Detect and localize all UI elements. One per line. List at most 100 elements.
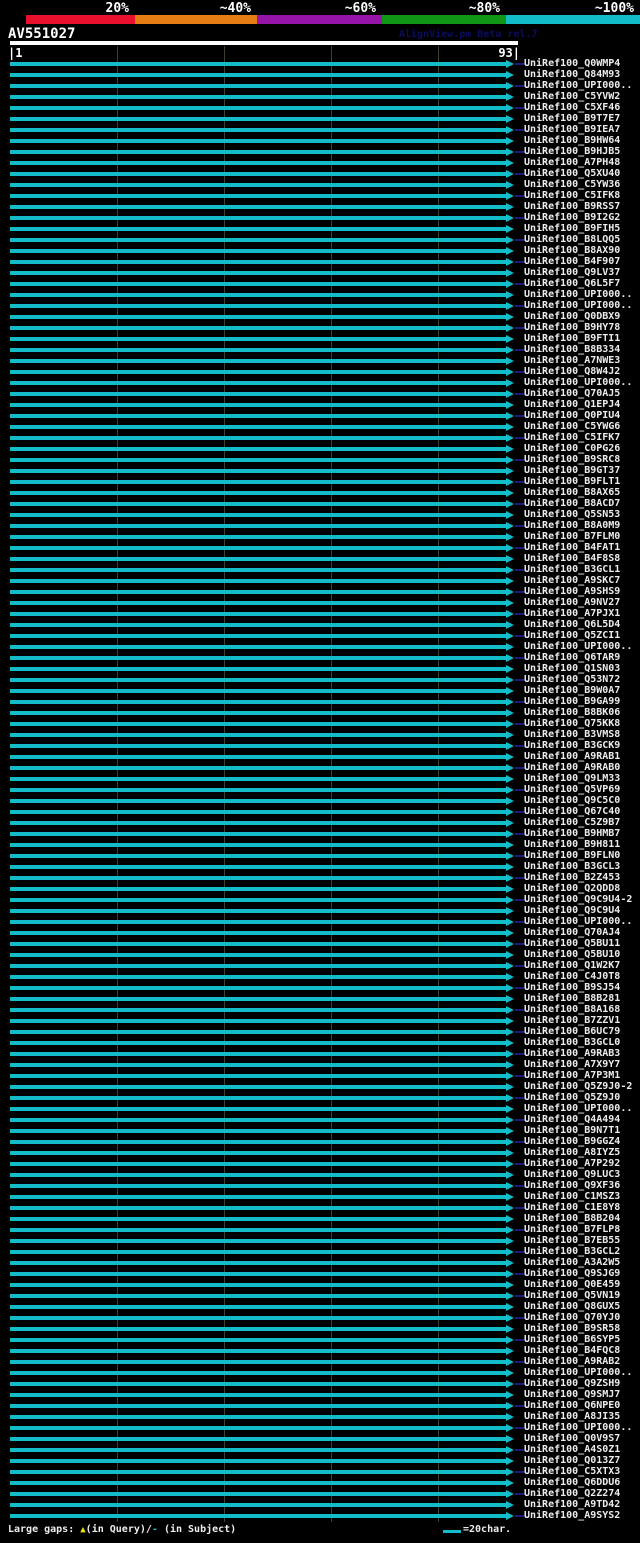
subject-label[interactable]: UniRef100_Q8GUX5 [524, 1301, 620, 1312]
subject-label[interactable]: UniRef100_B9N7T1 [524, 1125, 620, 1136]
subject-label[interactable]: UniRef100_Q5Z9J0-2 [524, 1081, 632, 1092]
subject-label[interactable]: UniRef100_B8ACD7 [524, 498, 620, 509]
subject-label[interactable]: UniRef100_A4S0Z1 [524, 1444, 620, 1455]
subject-label[interactable]: UniRef100_B3GCL1 [524, 564, 620, 575]
subject-label[interactable]: UniRef100_B7ZZV1 [524, 1015, 620, 1026]
similarity-bar[interactable] [10, 524, 506, 528]
subject-label[interactable]: UniRef100_A9TD42 [524, 1499, 620, 1510]
similarity-bar[interactable] [10, 128, 506, 132]
subject-label[interactable]: UniRef100_Q5VN19 [524, 1290, 620, 1301]
subject-label[interactable]: UniRef100_C5IFK8 [524, 190, 620, 201]
similarity-bar[interactable] [10, 1228, 506, 1232]
similarity-bar[interactable] [10, 964, 506, 968]
subject-label[interactable]: UniRef100_Q1EPJ4 [524, 399, 620, 410]
subject-label[interactable]: UniRef100_B9FIH5 [524, 223, 620, 234]
similarity-bar[interactable] [10, 1129, 506, 1133]
subject-label[interactable]: UniRef100_C5Z9B7 [524, 817, 620, 828]
similarity-bar[interactable] [10, 953, 506, 957]
similarity-bar[interactable] [10, 1074, 506, 1078]
subject-label[interactable]: UniRef100_B9FTI1 [524, 333, 620, 344]
subject-label[interactable]: UniRef100_Q70YJ0 [524, 1312, 620, 1323]
subject-label[interactable]: UniRef100_Q5XU40 [524, 168, 620, 179]
similarity-bar[interactable] [10, 62, 506, 66]
similarity-bar[interactable] [10, 337, 506, 341]
subject-label[interactable]: UniRef100_Q1SN03 [524, 663, 620, 674]
similarity-bar[interactable] [10, 678, 506, 682]
subject-label[interactable]: UniRef100_C5XF46 [524, 102, 620, 113]
subject-label[interactable]: UniRef100_Q013Z7 [524, 1455, 620, 1466]
similarity-bar[interactable] [10, 117, 506, 121]
similarity-bar[interactable] [10, 1448, 506, 1452]
similarity-bar[interactable] [10, 1393, 506, 1397]
similarity-bar[interactable] [10, 1272, 506, 1276]
similarity-bar[interactable] [10, 150, 506, 154]
subject-label[interactable]: UniRef100_C5XTX3 [524, 1466, 620, 1477]
similarity-bar[interactable] [10, 183, 506, 187]
similarity-bar[interactable] [10, 1085, 506, 1089]
subject-label[interactable]: UniRef100_UPI000.. [524, 916, 632, 927]
subject-label[interactable]: UniRef100_A9SKC7 [524, 575, 620, 586]
similarity-bar[interactable] [10, 1382, 506, 1386]
similarity-bar[interactable] [10, 1107, 506, 1111]
similarity-bar[interactable] [10, 832, 506, 836]
similarity-bar[interactable] [10, 821, 506, 825]
similarity-bar[interactable] [10, 1349, 506, 1353]
similarity-bar[interactable] [10, 216, 506, 220]
similarity-bar[interactable] [10, 997, 506, 1001]
subject-label[interactable]: UniRef100_A9RAB2 [524, 1356, 620, 1367]
similarity-bar[interactable] [10, 205, 506, 209]
similarity-bar[interactable] [10, 656, 506, 660]
similarity-bar[interactable] [10, 1481, 506, 1485]
subject-label[interactable]: UniRef100_Q75KK8 [524, 718, 620, 729]
similarity-bar[interactable] [10, 161, 506, 165]
subject-label[interactable]: UniRef100_Q5SN53 [524, 509, 620, 520]
subject-label[interactable]: UniRef100_Q9SMJ7 [524, 1389, 620, 1400]
similarity-bar[interactable] [10, 1492, 506, 1496]
similarity-bar[interactable] [10, 1184, 506, 1188]
subject-label[interactable]: UniRef100_B9W0A7 [524, 685, 620, 696]
similarity-bar[interactable] [10, 1195, 506, 1199]
subject-label[interactable]: UniRef100_B9GT37 [524, 465, 620, 476]
subject-label[interactable]: UniRef100_B3GCK9 [524, 740, 620, 751]
subject-label[interactable]: UniRef100_Q9C9U4 [524, 905, 620, 916]
subject-label[interactable]: UniRef100_Q5VP69 [524, 784, 620, 795]
similarity-bar[interactable] [10, 84, 506, 88]
similarity-bar[interactable] [10, 227, 506, 231]
subject-label[interactable]: UniRef100_Q9C5C0 [524, 795, 620, 806]
subject-label[interactable]: UniRef100_B8LQQ5 [524, 234, 620, 245]
similarity-bar[interactable] [10, 854, 506, 858]
subject-label[interactable]: UniRef100_Q0PIU4 [524, 410, 620, 421]
subject-label[interactable]: UniRef100_Q9XF36 [524, 1180, 620, 1191]
subject-label[interactable]: UniRef100_UPI000.. [524, 289, 632, 300]
subject-label[interactable]: UniRef100_C5YWG6 [524, 421, 620, 432]
similarity-bar[interactable] [10, 1250, 506, 1254]
similarity-bar[interactable] [10, 1140, 506, 1144]
subject-label[interactable]: UniRef100_B3GCL3 [524, 861, 620, 872]
subject-label[interactable]: UniRef100_B4FQC8 [524, 1345, 620, 1356]
similarity-bar[interactable] [10, 194, 506, 198]
subject-label[interactable]: UniRef100_B6UC79 [524, 1026, 620, 1037]
similarity-bar[interactable] [10, 1338, 506, 1342]
similarity-bar[interactable] [10, 447, 506, 451]
similarity-bar[interactable] [10, 887, 506, 891]
subject-label[interactable]: UniRef100_B8A168 [524, 1004, 620, 1015]
similarity-bar[interactable] [10, 370, 506, 374]
similarity-bar[interactable] [10, 73, 506, 77]
similarity-bar[interactable] [10, 1316, 506, 1320]
subject-label[interactable]: UniRef100_Q0V9S7 [524, 1433, 620, 1444]
similarity-bar[interactable] [10, 942, 506, 946]
similarity-bar[interactable] [10, 1151, 506, 1155]
similarity-bar[interactable] [10, 1008, 506, 1012]
similarity-bar[interactable] [10, 920, 506, 924]
subject-label[interactable]: UniRef100_B2Z453 [524, 872, 620, 883]
subject-label[interactable]: UniRef100_B9H811 [524, 839, 620, 850]
similarity-bar[interactable] [10, 1096, 506, 1100]
subject-label[interactable]: UniRef100_Q67C40 [524, 806, 620, 817]
subject-label[interactable]: UniRef100_Q9LUC3 [524, 1169, 620, 1180]
similarity-bar[interactable] [10, 1327, 506, 1331]
subject-label[interactable]: UniRef100_C4J0T8 [524, 971, 620, 982]
subject-label[interactable]: UniRef100_A9NV27 [524, 597, 620, 608]
similarity-bar[interactable] [10, 1030, 506, 1034]
similarity-bar[interactable] [10, 348, 506, 352]
subject-label[interactable]: UniRef100_C5YVW2 [524, 91, 620, 102]
